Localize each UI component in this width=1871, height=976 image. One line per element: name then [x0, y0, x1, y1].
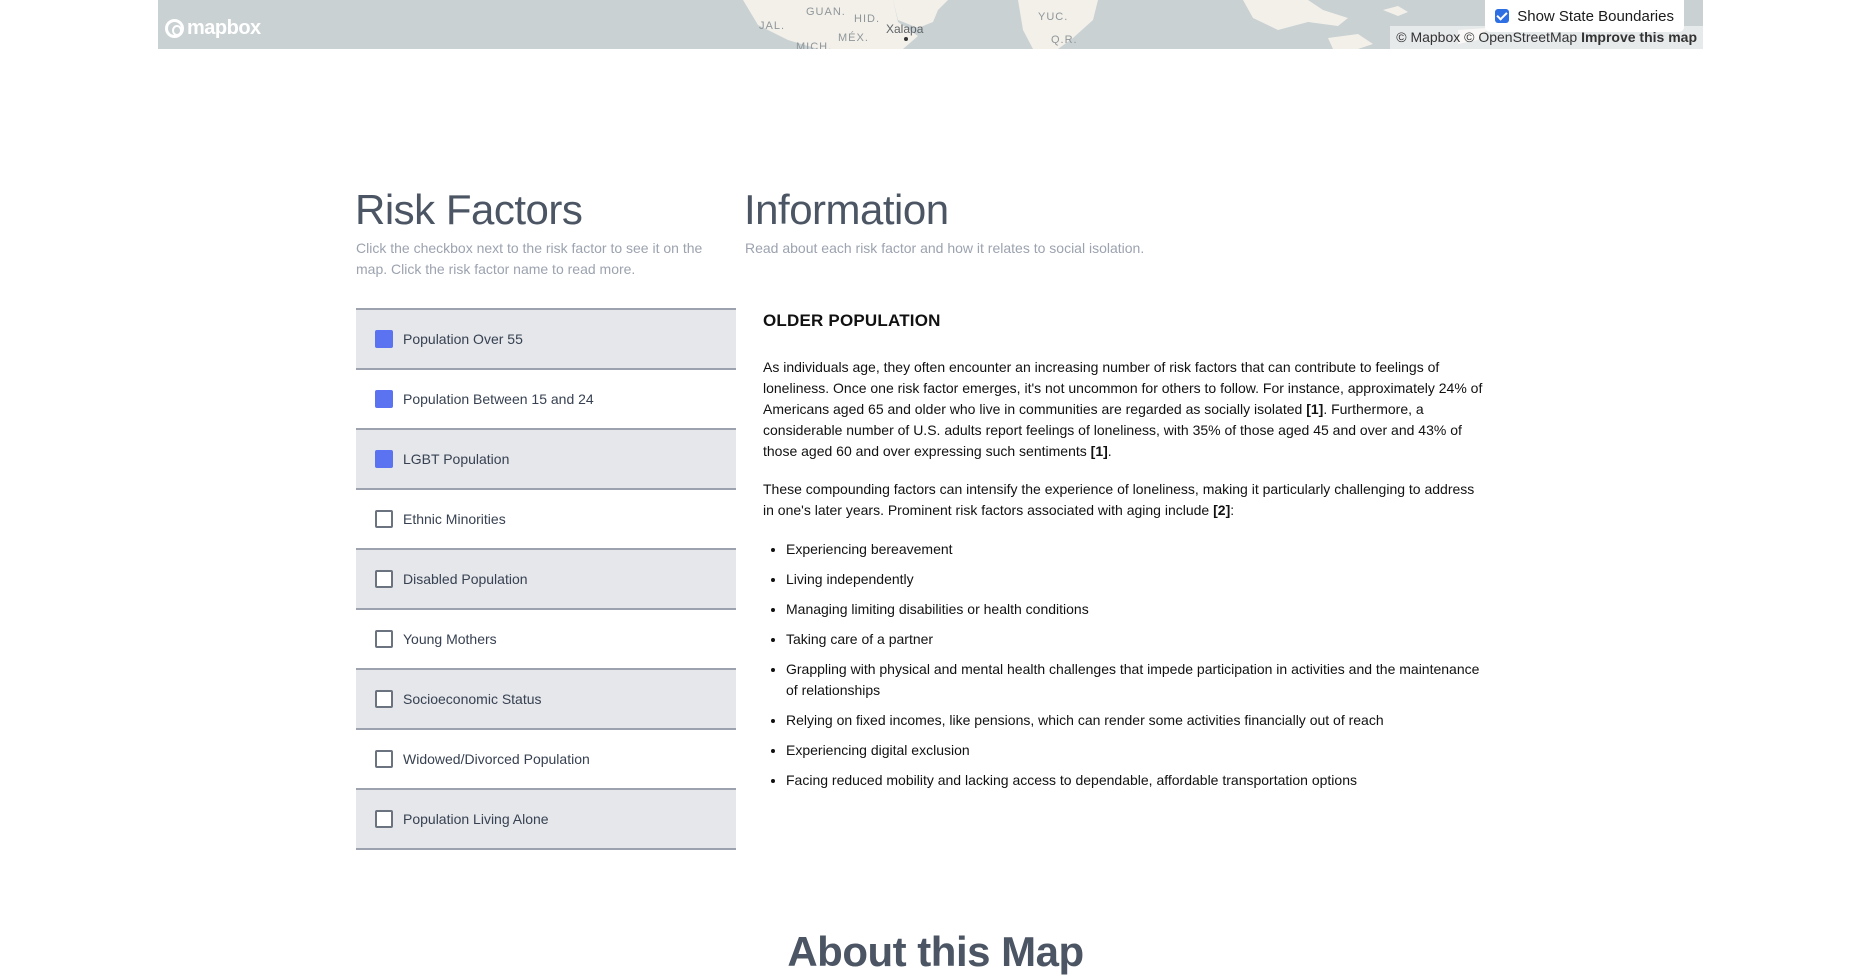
risk-factor-label[interactable]: Population Over 55	[403, 331, 523, 347]
risk-factor-checkbox[interactable]	[375, 510, 393, 528]
risk-factors-title: Risk Factors	[355, 186, 583, 233]
map-label-guan: GUAN.	[806, 6, 846, 18]
state-boundaries-control[interactable]: Show State Boundaries	[1485, 0, 1684, 32]
info-p1-text-c: .	[1107, 443, 1112, 459]
information-title: Information	[744, 186, 949, 233]
risk-factor-item[interactable]: Widowed/Divorced Population	[356, 728, 736, 788]
risk-factor-label[interactable]: Ethnic Minorities	[403, 511, 506, 527]
risk-bullet-item: Experiencing digital exclusion	[786, 740, 1483, 761]
map-city-xalapa: Xalapa	[886, 22, 924, 36]
map-label-mich: MICH.	[796, 41, 833, 49]
information-panel: OLDER POPULATION As individuals age, the…	[763, 305, 1483, 800]
risk-factor-label[interactable]: Socioeconomic Status	[403, 691, 542, 707]
mapbox-logo[interactable]: mapbox	[165, 17, 261, 40]
information-subtitle: Read about each risk factor and how it r…	[745, 240, 1145, 256]
info-paragraph-1: As individuals age, they often encounter…	[763, 357, 1483, 462]
citation-1b[interactable]: [1]	[1091, 443, 1108, 459]
risk-factor-label[interactable]: Widowed/Divorced Population	[403, 751, 590, 767]
risk-factor-label[interactable]: Population Between 15 and 24	[403, 391, 594, 407]
risk-factor-label[interactable]: Population Living Alone	[403, 811, 549, 827]
citation-1[interactable]: [1]	[1306, 401, 1323, 417]
risk-factor-item[interactable]: Disabled Population	[356, 548, 736, 608]
citation-2[interactable]: [2]	[1213, 502, 1230, 518]
map-label-yuc: YUC.	[1038, 11, 1069, 23]
risk-factor-label[interactable]: LGBT Population	[403, 451, 509, 467]
risk-bullet-item: Experiencing bereavement	[786, 539, 1483, 560]
risk-factor-checkbox[interactable]	[375, 630, 393, 648]
risk-factor-item[interactable]: Population Over 55	[356, 308, 736, 368]
risk-factor-label[interactable]: Young Mothers	[403, 631, 497, 647]
risk-bullet-item: Relying on fixed incomes, like pensions,…	[786, 710, 1483, 731]
risk-bullet-item: Living independently	[786, 569, 1483, 590]
about-map-title: About this Map	[787, 928, 1084, 975]
map-label-qr: Q.R.	[1051, 34, 1078, 46]
info-p2-text-a: These compounding factors can intensify …	[763, 481, 1475, 518]
risk-factor-item[interactable]: Ethnic Minorities	[356, 488, 736, 548]
map-label-mex: MÉX.	[838, 32, 869, 44]
risk-factor-item[interactable]: Population Between 15 and 24	[356, 368, 736, 428]
risk-factor-item[interactable]: Socioeconomic Status	[356, 668, 736, 728]
city-dot-icon	[904, 37, 908, 41]
risk-bullet-list: Experiencing bereavement Living independe…	[763, 539, 1483, 791]
mapbox-logo-text: mapbox	[187, 17, 261, 39]
info-heading: OLDER POPULATION	[763, 311, 941, 330]
risk-factor-checkbox[interactable]	[375, 450, 393, 468]
risk-factor-checkbox[interactable]	[375, 810, 393, 828]
risk-factor-item[interactable]: Young Mothers	[356, 608, 736, 668]
risk-bullet-item: Grappling with physical and mental healt…	[786, 659, 1483, 701]
risk-factor-checkbox[interactable]	[375, 690, 393, 708]
risk-bullet-item: Facing reduced mobility and lacking acce…	[786, 770, 1483, 791]
risk-bullet-item: Taking care of a partner	[786, 629, 1483, 650]
risk-factors-subtitle: Click the checkbox next to the risk fact…	[356, 240, 703, 277]
risk-factor-item[interactable]: Population Living Alone	[356, 788, 736, 850]
risk-factor-checkbox[interactable]	[375, 570, 393, 588]
risk-factor-item[interactable]: LGBT Population	[356, 428, 736, 488]
risk-factor-list: Population Over 55 Population Between 15 …	[356, 308, 736, 850]
risk-factor-checkbox[interactable]	[375, 330, 393, 348]
info-paragraph-2: These compounding factors can intensify …	[763, 479, 1483, 521]
state-boundaries-label: Show State Boundaries	[1517, 7, 1674, 25]
risk-bullet-item: Managing limiting disabilities or health…	[786, 599, 1483, 620]
map-label-hid: HID.	[854, 13, 880, 25]
map-canvas[interactable]: GUAN. HID. JAL. MÉX. MICH. Xalapa YUC. Q…	[158, 0, 1703, 49]
attribution-mapbox-link[interactable]: © Mapbox	[1396, 29, 1460, 45]
state-boundaries-checkbox[interactable]	[1495, 9, 1510, 23]
info-p2-text-b: :	[1230, 502, 1235, 518]
mapbox-logo-icon	[165, 19, 184, 38]
risk-factor-label[interactable]: Disabled Population	[403, 571, 528, 587]
risk-factor-checkbox[interactable]	[375, 750, 393, 768]
map-label-jal: JAL.	[759, 20, 786, 32]
risk-factor-checkbox[interactable]	[375, 390, 393, 408]
